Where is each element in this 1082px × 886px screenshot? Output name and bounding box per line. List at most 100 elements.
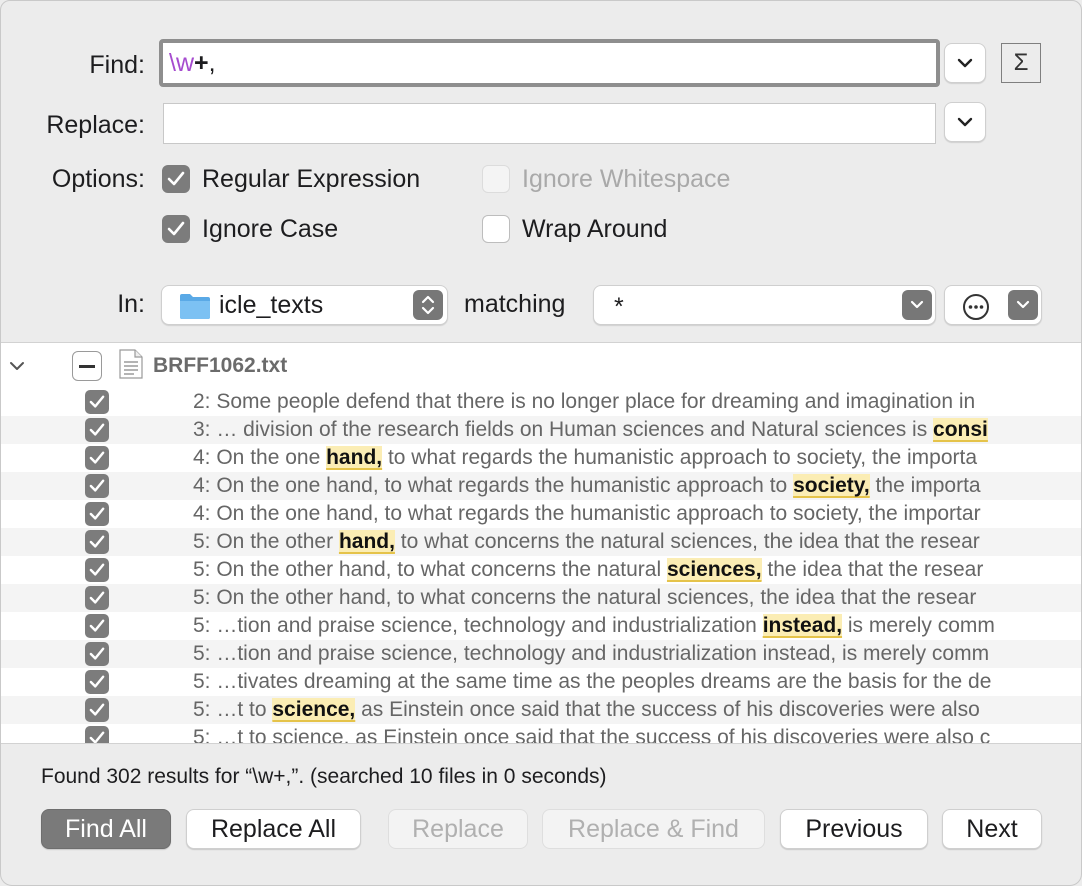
- result-checkbox[interactable]: [85, 614, 109, 638]
- find-history-button[interactable]: [944, 43, 986, 83]
- result-row[interactable]: 5: …t to science, as Einstein once said …: [1, 696, 1081, 724]
- checkmark-icon: [89, 647, 105, 660]
- replace-find-button: Replace & Find: [542, 809, 765, 849]
- matching-dropdown-button[interactable]: [902, 290, 932, 320]
- result-row[interactable]: 5: …t to science, as Einstein once said …: [1, 724, 1081, 743]
- regex-checkbox[interactable]: [162, 165, 190, 193]
- checkmark-icon: [89, 703, 105, 716]
- ignore-whitespace-checkbox: [482, 165, 510, 193]
- replace-label: Replace:: [46, 111, 145, 139]
- result-checkbox[interactable]: [85, 558, 109, 582]
- result-context-after: is merely comm: [842, 614, 995, 637]
- checkmark-icon: [89, 563, 105, 576]
- sigma-icon: Σ: [1013, 49, 1029, 76]
- folder-icon: [180, 294, 210, 319]
- find-all-button[interactable]: Find All: [41, 809, 171, 849]
- replace-all-button[interactable]: Replace All: [186, 809, 361, 849]
- result-row[interactable]: 5: On the other hand, to what concerns t…: [1, 556, 1081, 584]
- status-text: Found 302 results for “\w+,”. (searched …: [41, 765, 607, 788]
- chevron-down-icon: [1016, 300, 1030, 309]
- replace-input[interactable]: [163, 103, 936, 144]
- minus-icon: [79, 364, 95, 368]
- chevron-down-icon: [910, 300, 924, 309]
- ellipsis-circle-icon: [963, 294, 989, 320]
- find-replace-window: Find: \w +, Σ Replace: Options: Regular E…: [0, 0, 1082, 886]
- wrap-around-checkbox[interactable]: [482, 215, 510, 243]
- result-context-before: 5: On the other hand, to what concerns t…: [193, 586, 977, 609]
- result-context-before: 5: On the other: [193, 530, 339, 553]
- result-checkbox[interactable]: [85, 530, 109, 554]
- folder-popup[interactable]: icle_texts: [161, 285, 448, 325]
- result-row[interactable]: 2: Some people defend that there is no l…: [1, 388, 1081, 416]
- replace-history-button[interactable]: [944, 102, 986, 142]
- result-checkbox[interactable]: [85, 502, 109, 526]
- ignore-case-label[interactable]: Ignore Case: [202, 215, 338, 244]
- result-checkbox[interactable]: [85, 642, 109, 666]
- result-text: 3: … division of the research fields on …: [193, 417, 988, 443]
- checkmark-icon: [89, 479, 105, 492]
- checkmark-icon: [89, 619, 105, 632]
- result-text: 2: Some people defend that there is no l…: [193, 389, 975, 415]
- chevron-down-icon: [957, 58, 973, 68]
- file-name: BRFF1062.txt: [153, 354, 288, 377]
- matching-combobox[interactable]: *: [593, 285, 936, 325]
- result-row[interactable]: 4: On the one hand, to what regards the …: [1, 500, 1081, 528]
- result-match: sciences,: [666, 558, 762, 581]
- result-checkbox[interactable]: [85, 446, 109, 470]
- checkmark-icon: [89, 507, 105, 520]
- more-options-popup[interactable]: [944, 285, 1042, 325]
- result-context-after: to what concerns the natural sciences, t…: [394, 530, 980, 553]
- ignore-case-checkbox[interactable]: [162, 215, 190, 243]
- result-context-before: 4: On the one hand, to what regards the …: [193, 502, 981, 525]
- result-checkbox[interactable]: [85, 390, 109, 414]
- result-context-before: 5: …tion and praise science, technology …: [193, 642, 990, 665]
- checkmark-icon: [89, 451, 105, 464]
- result-text: 5: …tion and praise science, technology …: [193, 641, 989, 667]
- folder-name: icle_texts: [219, 291, 324, 319]
- result-match: society,: [793, 474, 870, 497]
- checkmark-icon: [89, 535, 105, 548]
- sigma-button[interactable]: Σ: [1001, 43, 1041, 83]
- result-row[interactable]: 4: On the one hand, to what regards the …: [1, 444, 1081, 472]
- result-checkbox[interactable]: [85, 670, 109, 694]
- result-row[interactable]: 3: … division of the research fields on …: [1, 416, 1081, 444]
- result-checkbox[interactable]: [85, 726, 109, 743]
- result-text: 5: On the other hand, to what concerns t…: [193, 529, 980, 555]
- regex-checkbox-label[interactable]: Regular Expression: [202, 165, 420, 194]
- find-label: Find:: [89, 51, 145, 79]
- previous-button[interactable]: Previous: [780, 809, 928, 849]
- wrap-around-label[interactable]: Wrap Around: [522, 215, 667, 244]
- result-row[interactable]: 5: …tivates dreaming at the same time as…: [1, 668, 1081, 696]
- folder-popup-arrows: [413, 290, 443, 320]
- next-button[interactable]: Next: [942, 809, 1042, 849]
- result-context-after: the importa: [869, 474, 981, 497]
- checkmark-icon: [167, 171, 185, 186]
- result-checkbox[interactable]: [85, 586, 109, 610]
- result-context-after: the idea that the resear: [761, 558, 984, 581]
- disclosure-chevron-icon[interactable]: [9, 361, 25, 371]
- result-context-before: 5: …tivates dreaming at the same time as…: [193, 670, 992, 693]
- checkmark-icon: [167, 221, 185, 236]
- result-context-before: 4: On the one: [193, 446, 327, 469]
- results-list[interactable]: BRFF1062.txt 2: Some people defend that …: [1, 342, 1081, 744]
- result-row[interactable]: 5: On the other hand, to what concerns t…: [1, 528, 1081, 556]
- result-checkbox[interactable]: [85, 698, 109, 722]
- result-row[interactable]: 5: On the other hand, to what concerns t…: [1, 584, 1081, 612]
- result-match: hand,: [338, 530, 395, 553]
- result-text: 4: On the one hand, to what regards the …: [193, 501, 981, 527]
- result-row[interactable]: 5: …tion and praise science, technology …: [1, 612, 1081, 640]
- result-match: science,: [272, 698, 356, 721]
- ignore-whitespace-label: Ignore Whitespace: [522, 165, 731, 193]
- result-checkbox[interactable]: [85, 474, 109, 498]
- result-text: 4: On the one hand, to what regards the …: [193, 473, 981, 499]
- find-input[interactable]: \w +,: [159, 39, 940, 87]
- result-checkbox[interactable]: [85, 418, 109, 442]
- result-row[interactable]: 4: On the one hand, to what regards the …: [1, 472, 1081, 500]
- find-value-plus: +: [194, 48, 209, 77]
- file-mixed-checkbox[interactable]: [72, 351, 102, 381]
- text-file-icon: [119, 349, 143, 379]
- in-label: In:: [117, 290, 145, 318]
- file-row[interactable]: BRFF1062.txt: [1, 343, 1081, 387]
- result-row[interactable]: 5: …tion and praise science, technology …: [1, 640, 1081, 668]
- checkmark-icon: [89, 675, 105, 688]
